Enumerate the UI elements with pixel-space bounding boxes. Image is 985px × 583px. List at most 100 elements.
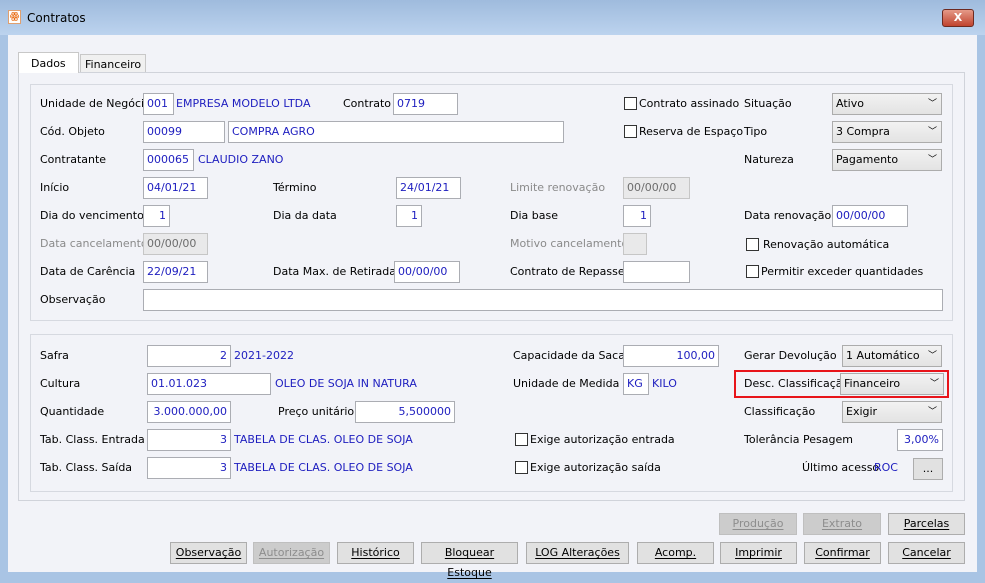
max-retirada-input[interactable]: 00/00/00 bbox=[394, 261, 460, 283]
unidade-label: Unidade de Negócio bbox=[40, 97, 151, 110]
data-cancel-label: Data cancelamento bbox=[40, 237, 148, 250]
saida-label: Tab. Class. Saída bbox=[40, 461, 133, 474]
dia-data-input[interactable]: 1 bbox=[396, 205, 422, 227]
quantidade-label: Quantidade bbox=[40, 405, 105, 418]
tab-financeiro[interactable]: Financeiro bbox=[80, 54, 147, 73]
natureza-select[interactable]: Pagamento ﹀ bbox=[832, 149, 942, 171]
bloquear-estoque-button[interactable]: Bloquear Estoque bbox=[421, 542, 518, 579]
motivo-label: Motivo cancelamento bbox=[510, 237, 629, 250]
cod-objeto-input[interactable]: 00099 bbox=[143, 121, 225, 143]
contratante-code-input[interactable]: 000065 bbox=[143, 149, 194, 171]
tipo-select[interactable]: 3 Compra ﹀ bbox=[832, 121, 942, 143]
classificacao-select[interactable]: Exigir ﹀ bbox=[842, 401, 942, 423]
cultura-label: Cultura bbox=[40, 377, 81, 390]
situacao-label: Situação bbox=[744, 97, 792, 110]
unidade-med-input[interactable]: KG bbox=[623, 373, 649, 395]
unidade-code-input[interactable]: 001 bbox=[143, 93, 174, 115]
ultimo-value: ROC bbox=[874, 461, 898, 474]
exige-entrada-label: Exige autorização entrada bbox=[530, 433, 675, 446]
classificacao-label: Classificação bbox=[744, 405, 816, 418]
safra-label: Safra bbox=[40, 349, 69, 362]
chevron-down-icon: ﹀ bbox=[929, 379, 939, 389]
inicio-input[interactable]: 04/01/21 bbox=[143, 177, 208, 199]
unidade-med-label: Unidade de Medida bbox=[513, 377, 620, 390]
limite-label: Limite renovação bbox=[510, 181, 606, 194]
contratante-label: Contratante bbox=[40, 153, 107, 166]
window-border bbox=[0, 572, 985, 581]
chevron-down-icon: ﹀ bbox=[927, 127, 937, 137]
tab-dados[interactable]: Dados bbox=[18, 52, 79, 73]
parcelas-button[interactable]: Parcelas bbox=[888, 513, 965, 535]
gerar-dev-label: Gerar Devolução bbox=[744, 349, 837, 362]
entrada-input[interactable]: 3 bbox=[147, 429, 231, 451]
exige-saida-checkbox[interactable] bbox=[515, 461, 528, 474]
acomp-button[interactable]: Acomp. bbox=[637, 542, 714, 564]
preco-label: Preço unitário bbox=[278, 405, 355, 418]
cultura-input[interactable]: 01.01.023 bbox=[147, 373, 271, 395]
producao-button[interactable]: Produção bbox=[719, 513, 797, 535]
repasse-input[interactable] bbox=[623, 261, 690, 283]
cancelar-button[interactable]: Cancelar bbox=[888, 542, 965, 564]
quantidade-input[interactable]: 3.000.000,00 bbox=[147, 401, 231, 423]
permitir-exceder-checkbox[interactable] bbox=[746, 265, 759, 278]
unidade-med-name: KILO bbox=[652, 377, 677, 390]
contrato-input[interactable]: 0719 bbox=[393, 93, 458, 115]
objeto-desc-input[interactable]: COMPRA AGRO bbox=[228, 121, 564, 143]
capacidade-input[interactable]: 100,00 bbox=[623, 345, 719, 367]
desc-class-value: Financeiro bbox=[844, 377, 901, 390]
contrato-assinado-label: Contrato assinado bbox=[639, 97, 740, 110]
chevron-down-icon: ﹀ bbox=[927, 407, 937, 417]
ultimo-label: Último acesso bbox=[802, 461, 880, 474]
chevron-down-icon: ﹀ bbox=[927, 351, 937, 361]
exige-saida-label: Exige autorização saída bbox=[530, 461, 661, 474]
unidade-name: EMPRESA MODELO LTDA bbox=[176, 97, 311, 110]
extrato-button[interactable]: Extrato bbox=[803, 513, 881, 535]
carencia-input[interactable]: 22/09/21 bbox=[143, 261, 208, 283]
entrada-name: TABELA DE CLAS. OLEO DE SOJA bbox=[234, 433, 413, 446]
observacao-input[interactable] bbox=[143, 289, 943, 311]
chevron-down-icon: ﹀ bbox=[927, 155, 937, 165]
log-alteracoes-button[interactable]: LOG Alterações bbox=[526, 542, 629, 564]
reserva-espaco-checkbox[interactable] bbox=[624, 125, 637, 138]
situacao-select[interactable]: Ativo ﹀ bbox=[832, 93, 942, 115]
tipo-value: 3 Compra bbox=[836, 125, 890, 138]
saida-name: TABELA DE CLAS. OLEO DE SOJA bbox=[234, 461, 413, 474]
autorizacao-button[interactable]: Autorização bbox=[253, 542, 330, 564]
app-icon: ꙮ bbox=[8, 10, 21, 24]
dia-base-input[interactable]: 1 bbox=[623, 205, 651, 227]
confirmar-button[interactable]: Confirmar bbox=[804, 542, 881, 564]
safra-input[interactable]: 2 bbox=[147, 345, 231, 367]
close-button[interactable]: X bbox=[942, 9, 974, 27]
dia-data-label: Dia da data bbox=[273, 209, 337, 222]
desc-class-label: Desc. Classificação bbox=[744, 377, 850, 390]
ellipsis-button[interactable]: ... bbox=[913, 458, 943, 480]
renov-auto-checkbox[interactable] bbox=[746, 238, 759, 251]
renov-auto-label: Renovação automática bbox=[763, 238, 890, 251]
entrada-label: Tab. Class. Entrada bbox=[40, 433, 145, 446]
imprimir-button[interactable]: Imprimir bbox=[720, 542, 797, 564]
window-title: Contratos bbox=[27, 11, 86, 25]
title-bar: ꙮ Contratos X bbox=[0, 0, 985, 35]
saida-input[interactable]: 3 bbox=[147, 457, 231, 479]
tolerancia-input[interactable]: 3,00% bbox=[897, 429, 943, 451]
data-renov-label: Data renovação bbox=[744, 209, 832, 222]
dia-venc-input[interactable]: 1 bbox=[143, 205, 170, 227]
preco-input[interactable]: 5,500000 bbox=[355, 401, 455, 423]
contrato-assinado-checkbox[interactable] bbox=[624, 97, 637, 110]
historico-button[interactable]: Histórico bbox=[337, 542, 414, 564]
tipo-label: Tipo bbox=[744, 125, 768, 138]
natureza-label: Natureza bbox=[744, 153, 794, 166]
desc-class-select[interactable]: Financeiro ﹀ bbox=[840, 373, 944, 395]
gerar-dev-value: 1 Automático bbox=[846, 349, 920, 362]
observacao-button[interactable]: Observação bbox=[170, 542, 247, 564]
exige-entrada-checkbox[interactable] bbox=[515, 433, 528, 446]
reserva-espaco-label: Reserva de Espaço bbox=[639, 125, 744, 138]
inicio-label: Início bbox=[40, 181, 70, 194]
situacao-value: Ativo bbox=[836, 97, 864, 110]
permitir-exceder-label: Permitir exceder quantidades bbox=[761, 265, 924, 278]
data-renov-input[interactable]: 00/00/00 bbox=[832, 205, 908, 227]
dia-base-label: Dia base bbox=[510, 209, 558, 222]
termino-input[interactable]: 24/01/21 bbox=[396, 177, 461, 199]
data-cancel-input: 00/00/00 bbox=[143, 233, 208, 255]
gerar-dev-select[interactable]: 1 Automático ﹀ bbox=[842, 345, 942, 367]
